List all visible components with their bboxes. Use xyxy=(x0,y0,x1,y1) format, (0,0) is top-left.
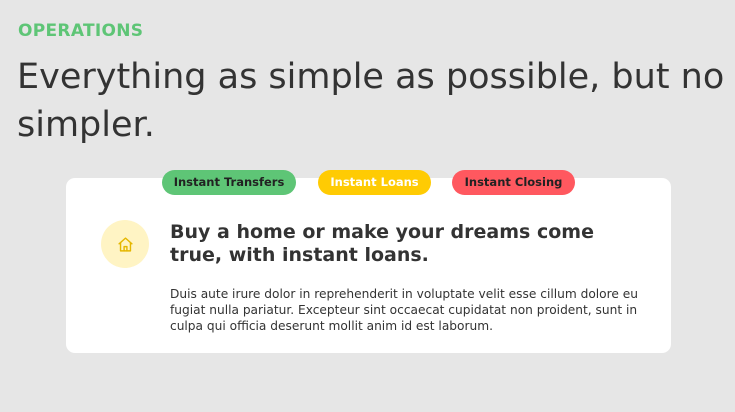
home-icon xyxy=(117,236,133,252)
tab-instant-transfers[interactable]: Instant Transfers xyxy=(162,170,296,195)
icon-circle xyxy=(101,220,149,268)
tab-instant-closing[interactable]: Instant Closing xyxy=(452,170,575,195)
section-headline: Everything as simple as possible, but no… xyxy=(17,57,725,145)
operations-tab-bar: Instant Transfers Instant Loans Instant … xyxy=(0,170,735,195)
section-label: OPERATIONS xyxy=(18,21,144,41)
content-title: Buy a home or make your dreams come true… xyxy=(170,221,594,266)
tab-instant-loans[interactable]: Instant Loans xyxy=(318,170,431,195)
operations-content-card: Buy a home or make your dreams come true… xyxy=(66,178,671,353)
content-text: Duis aute irure dolor in reprehenderit i… xyxy=(170,287,638,333)
